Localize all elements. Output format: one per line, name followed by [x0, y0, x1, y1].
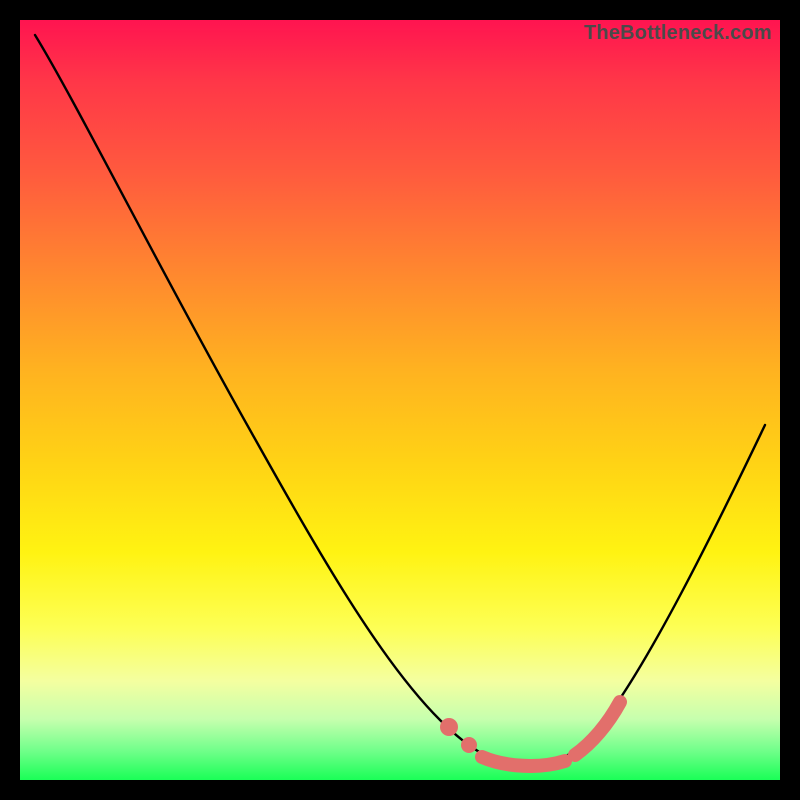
watermark-text: TheBottleneck.com — [584, 22, 772, 45]
gradient-background — [20, 20, 780, 780]
chart-frame: TheBottleneck.com — [20, 20, 780, 780]
